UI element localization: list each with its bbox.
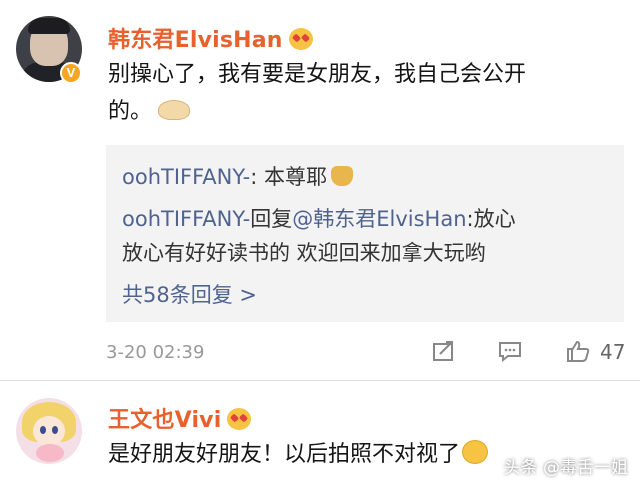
username-text[interactable]: 王文也Vivi [108,408,221,433]
mention-link[interactable]: @韩东君ElvisHan [292,207,466,231]
reply-text: : 本尊耶 [250,165,328,189]
comment-username[interactable]: 王文也Vivi [108,402,252,434]
username-text[interactable]: 韩东君ElvisHan [108,28,283,53]
watermark: 头条 @毒舌一姐 [503,458,628,478]
heart-eyes-emoji-icon [288,28,313,50]
reply-item[interactable]: oohTIFFANY-回复@韩东君ElvisHan:放心 [122,203,516,233]
thumbs-up-icon[interactable] [566,340,590,362]
reply-box[interactable]: oohTIFFANY-: 本尊耶 oohTIFFANY-回复@韩东君ElvisH… [106,145,624,322]
reply-action: 回复 [250,207,293,231]
clasped-hands-emoji-icon [158,100,191,120]
comment-text-line: 是好朋友好朋友！以后拍照不对视了 [108,442,461,467]
comment-icon[interactable] [498,340,522,362]
view-more-replies-link[interactable]: 共58条回复 > [122,279,257,309]
comment-text-line: 别操心了，我有要是女朋友，我自己会公开 [108,62,527,87]
share-icon[interactable] [432,340,456,362]
verified-badge: V [60,62,82,84]
crying-emoji-icon [462,440,489,464]
timestamp: 3-20 02:39 [106,342,205,363]
reply-item[interactable]: oohTIFFANY-: 本尊耶 [122,161,354,191]
comment-text-line: 的。 [108,99,153,124]
heart-eyes-emoji-icon [227,408,252,430]
doge-emoji-icon [331,166,354,186]
reply-username[interactable]: oohTIFFANY- [122,207,250,231]
comment-text: 别操心了，我有要是女朋友，我自己会公开 的。 [108,56,618,130]
reply-text: :放心 [466,207,516,231]
divider [0,380,640,381]
comment-username[interactable]: 韩东君ElvisHan [108,22,313,54]
reply-text-continued: 放心有好好读书的 欢迎回来加拿大玩哟 [122,241,486,265]
like-count: 47 [600,340,626,364]
avatar[interactable] [16,398,82,464]
reply-username[interactable]: oohTIFFANY- [122,165,250,189]
